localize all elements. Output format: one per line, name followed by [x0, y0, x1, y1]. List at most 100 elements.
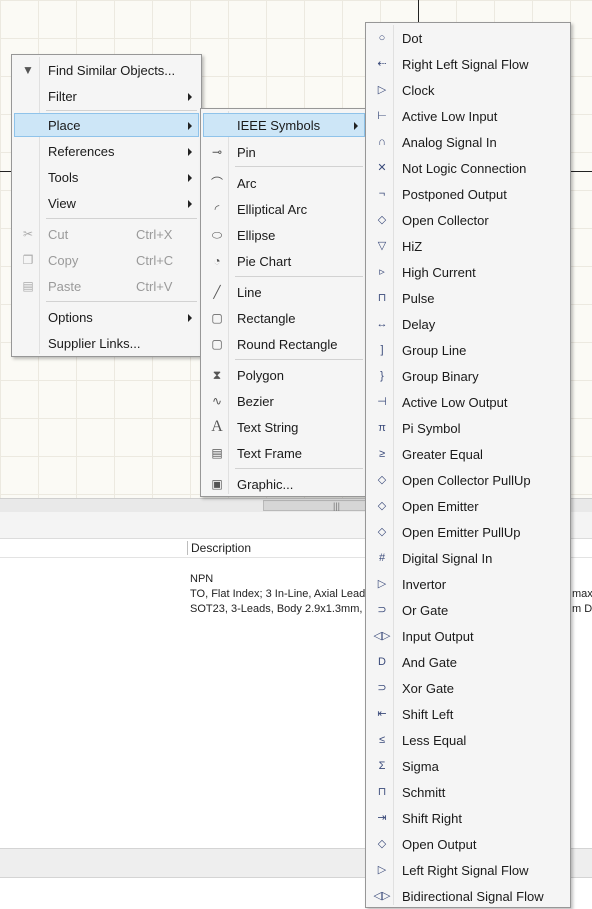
- menu-item-right-left-signal-flow[interactable]: ⇠ Right Left Signal Flow: [368, 51, 568, 77]
- menu-item-open-emitter[interactable]: ◇ Open Emitter: [368, 493, 568, 519]
- context-menu: ▼ Find Similar Objects... Filter Place R…: [11, 54, 202, 357]
- menu-item-arc[interactable]: ⌒ Arc: [203, 171, 365, 195]
- menu-item-rectangle[interactable]: ▢ Rectangle: [203, 306, 365, 330]
- ieee-symbol-icon: π: [378, 422, 386, 434]
- menu-item-options[interactable]: Options: [14, 305, 199, 329]
- table-row[interactable]: TO, Flat Index; 3 In-Line, Axial Leads: [190, 588, 371, 600]
- menu-item-open-collector-pullup[interactable]: ◇ Open Collector PullUp: [368, 467, 568, 493]
- arc-icon: ⌒: [210, 176, 223, 190]
- menu-item-elliptical-arc[interactable]: ◜ Elliptical Arc: [203, 197, 365, 221]
- ieee-symbol-icon: ⇠: [377, 58, 387, 70]
- menu-item-xor-gate[interactable]: ⊃ Xor Gate: [368, 675, 568, 701]
- menu-item-less-equal[interactable]: ≤ Less Equal: [368, 727, 568, 753]
- menu-item-cut[interactable]: ✂ Cut Ctrl+X: [14, 222, 199, 246]
- menu-item-left-right-signal-flow[interactable]: ▷ Left Right Signal Flow: [368, 857, 568, 883]
- elliptical-arc-icon: ◜: [214, 202, 220, 216]
- menu-item-invertor[interactable]: ▷ Invertor: [368, 571, 568, 597]
- menu-item-copy[interactable]: ❐ Copy Ctrl+C: [14, 248, 199, 272]
- schematic-wire: [418, 0, 419, 22]
- menu-item-pulse[interactable]: ⊓ Pulse: [368, 285, 568, 311]
- menu-item-filter[interactable]: Filter: [14, 84, 199, 108]
- menu-item-active-low-output[interactable]: ⊣ Active Low Output: [368, 389, 568, 415]
- schematic-wire: [570, 171, 592, 172]
- menu-item-not-logic-connection[interactable]: ✕ Not Logic Connection: [368, 155, 568, 181]
- table-row[interactable]: NPN: [190, 573, 213, 585]
- ieee-symbol-icon: ¬: [378, 188, 386, 200]
- table-row[interactable]: SOT23, 3-Leads, Body 2.9x1.3mm, F: [190, 603, 372, 615]
- ieee-symbol-icon: D: [378, 656, 386, 668]
- menu-item-group-binary[interactable]: } Group Binary: [368, 363, 568, 389]
- menu-item-place[interactable]: Place: [14, 113, 199, 137]
- ieee-symbol-icon: #: [378, 552, 386, 564]
- ieee-symbol-icon: ◇: [377, 526, 387, 538]
- menu-item-round-rectangle[interactable]: ▢ Round Rectangle: [203, 332, 365, 356]
- menu-item-view[interactable]: View: [14, 191, 199, 215]
- ieee-symbol-icon: ⊢: [377, 110, 387, 122]
- menu-item-references[interactable]: References: [14, 139, 199, 163]
- menu-item-open-output[interactable]: ◇ Open Output: [368, 831, 568, 857]
- menu-item-ellipse[interactable]: ⬭ Ellipse: [203, 223, 365, 247]
- menu-item-shift-right[interactable]: ⇥ Shift Right: [368, 805, 568, 831]
- menu-item-dot[interactable]: ○ Dot: [368, 25, 568, 51]
- ieee-symbol-icon: ↔: [376, 318, 388, 330]
- menu-item-digital-signal-in[interactable]: # Digital Signal In: [368, 545, 568, 571]
- scissors-icon: ✂: [22, 227, 34, 241]
- submenu-arrow-icon: [188, 148, 192, 156]
- table-row-overflow: m De: [572, 603, 592, 615]
- menu-item-group-line[interactable]: ] Group Line: [368, 337, 568, 363]
- menu-item-tools[interactable]: Tools: [14, 165, 199, 189]
- menu-item-pin[interactable]: ⊸ Pin: [203, 140, 365, 164]
- ellipse-icon: ⬭: [211, 228, 223, 242]
- ieee-symbol-icon: ◇: [377, 214, 387, 226]
- ieee-symbol-icon: ✕: [377, 162, 387, 174]
- menu-item-hiz[interactable]: ▽ HiZ: [368, 233, 568, 259]
- menu-item-bezier[interactable]: ∿ Bezier: [203, 389, 365, 413]
- ieee-symbol-icon: ◁▷: [373, 630, 391, 642]
- ieee-symbol-icon: ▷: [377, 578, 387, 590]
- ieee-symbol-icon: ∩: [378, 136, 386, 148]
- menu-item-or-gate[interactable]: ⊃ Or Gate: [368, 597, 568, 623]
- menu-item-shift-left[interactable]: ⇤ Shift Left: [368, 701, 568, 727]
- ieee-symbol-icon: ≥: [378, 448, 386, 460]
- ieee-symbol-icon: ▹: [379, 266, 385, 278]
- menu-item-delay[interactable]: ↔ Delay: [368, 311, 568, 337]
- menu-item-and-gate[interactable]: D And Gate: [368, 649, 568, 675]
- menu-item-ieee-symbols[interactable]: IEEE Symbols: [203, 113, 365, 137]
- menu-item-clock[interactable]: ▷ Clock: [368, 77, 568, 103]
- column-header-description[interactable]: Description: [191, 541, 251, 555]
- menu-separator: [46, 110, 197, 111]
- menu-item-polygon[interactable]: ⧗ Polygon: [203, 363, 365, 387]
- scrollbar-grip: |||: [333, 501, 341, 511]
- menu-item-pie-chart[interactable]: ◔ Pie Chart: [203, 249, 365, 273]
- menu-item-paste[interactable]: ▤ Paste Ctrl+V: [14, 274, 199, 298]
- menu-separator: [235, 359, 363, 360]
- menu-item-schmitt[interactable]: ⊓ Schmitt: [368, 779, 568, 805]
- menu-item-text-frame[interactable]: ▤ Text Frame: [203, 441, 365, 465]
- menu-item-open-collector[interactable]: ◇ Open Collector: [368, 207, 568, 233]
- menu-item-greater-equal[interactable]: ≥ Greater Equal: [368, 441, 568, 467]
- ieee-symbol-icon: ○: [378, 32, 386, 44]
- copy-icon: ❐: [22, 253, 34, 267]
- place-submenu: IEEE Symbols ⊸ Pin ⌒ Arc ◜ Elliptical Ar…: [200, 108, 368, 497]
- menu-item-sigma[interactable]: Σ Sigma: [368, 753, 568, 779]
- menu-item-open-emitter-pullup[interactable]: ◇ Open Emitter PullUp: [368, 519, 568, 545]
- ieee-symbol-icon: ⊃: [377, 682, 387, 694]
- menu-item-input-output[interactable]: ◁▷ Input Output: [368, 623, 568, 649]
- column-separator[interactable]: [187, 541, 188, 555]
- menu-item-active-low-input[interactable]: ⊢ Active Low Input: [368, 103, 568, 129]
- pie-chart-icon: ◔: [213, 254, 221, 268]
- ieee-symbol-icon: ◇: [377, 838, 387, 850]
- menu-item-bidirectional-signal-flow[interactable]: ◁▷ Bidirectional Signal Flow: [368, 883, 568, 909]
- menu-item-postponed-output[interactable]: ¬ Postponed Output: [368, 181, 568, 207]
- menu-item-pi-symbol[interactable]: π Pi Symbol: [368, 415, 568, 441]
- menu-item-high-current[interactable]: ▹ High Current: [368, 259, 568, 285]
- ieee-symbol-icon: ⇤: [377, 708, 387, 720]
- menu-item-supplier-links[interactable]: Supplier Links...: [14, 331, 199, 355]
- menu-item-graphic[interactable]: ▣ Graphic...: [203, 472, 365, 496]
- menu-item-line[interactable]: ╱ Line: [203, 280, 365, 304]
- menu-item-text-string[interactable]: A Text String: [203, 415, 365, 439]
- ieee-symbol-icon: ⊓: [377, 786, 387, 798]
- ieee-symbol-icon: ▷: [377, 84, 387, 96]
- menu-item-find-similar-objects[interactable]: ▼ Find Similar Objects...: [14, 58, 199, 82]
- menu-item-analog-signal-in[interactable]: ∩ Analog Signal In: [368, 129, 568, 155]
